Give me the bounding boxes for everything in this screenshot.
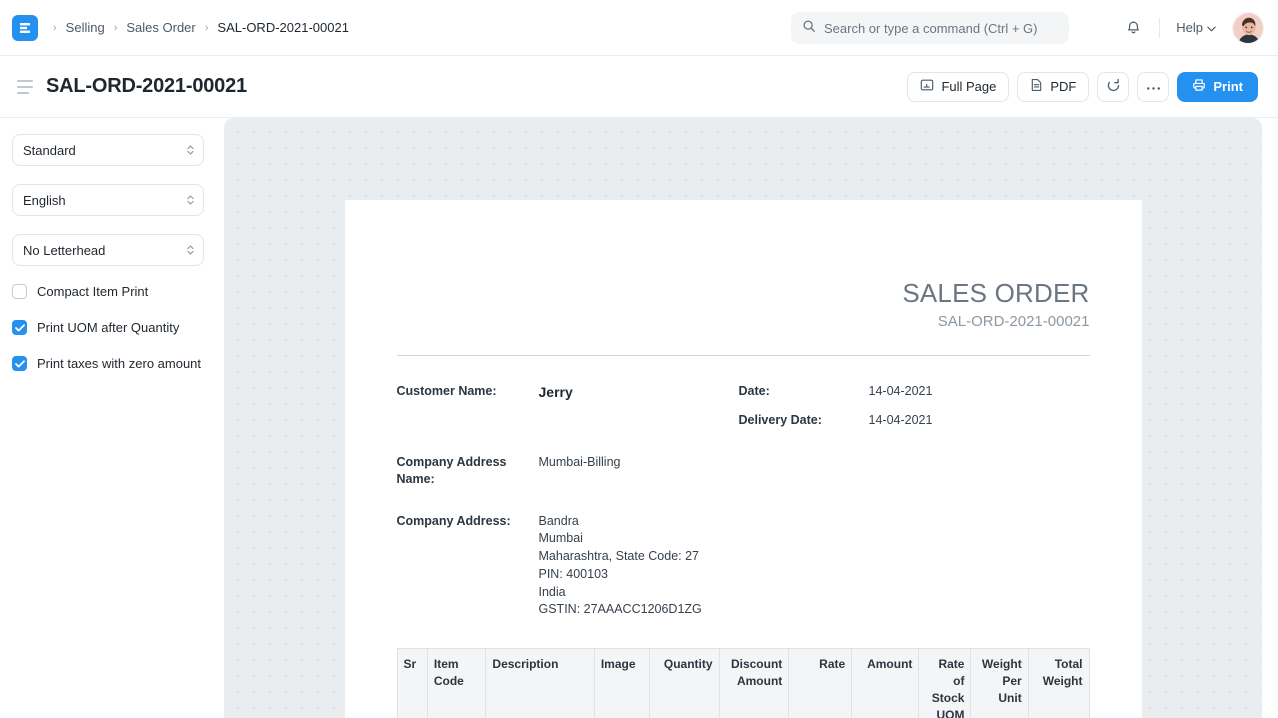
field-value-empty-right2 [869,508,1090,625]
document-title: SALES ORDER [397,278,1090,309]
field-spacer [397,493,1090,508]
field-value-blank [539,407,739,434]
navbar-divider [1159,18,1160,38]
hamburger-icon[interactable] [14,75,38,99]
breadcrumb-item-current: SAL-ORD-2021-00021 [211,18,355,37]
full-page-button[interactable]: Full Page [907,72,1009,102]
pdf-button[interactable]: PDF [1017,72,1089,102]
language-select[interactable]: English [12,184,204,216]
page-title: SAL-ORD-2021-00021 [46,75,247,98]
navbar-right-controls: Help [1117,12,1264,44]
search-input[interactable] [824,21,1058,36]
search-box[interactable] [791,12,1069,44]
printer-icon [1192,78,1206,95]
top-navbar: › Selling › Sales Order › SAL-ORD-2021-0… [0,0,1278,56]
breadcrumb-item-sales-order[interactable]: Sales Order [120,18,201,37]
breadcrumb-separator: › [204,22,210,34]
col-image: Image [594,649,649,718]
col-discount-amount: Discount Amount [719,649,789,718]
print-button[interactable]: Print [1177,72,1258,102]
col-item-code: Item Code [427,649,486,718]
items-table-head: Sr Item Code Description Image Quantity … [397,649,1089,718]
field-label-company-address: Company Address: [397,508,539,625]
pdf-label: PDF [1050,79,1076,94]
col-quantity: Quantity [650,649,719,718]
col-weight-per-unit: Weight Per Unit [971,649,1028,718]
field-value-delivery-date: 14-04-2021 [869,407,1090,434]
bell-icon[interactable] [1117,12,1149,44]
col-rate: Rate [789,649,852,718]
breadcrumb-separator: › [52,22,58,34]
avatar[interactable] [1232,12,1264,44]
col-sr: Sr [397,649,427,718]
checkbox-row-compact-item-print[interactable]: Compact Item Print [12,284,204,299]
checkbox-row-print-uom[interactable]: Print UOM after Quantity [12,320,204,335]
help-dropdown[interactable]: Help [1170,16,1222,39]
checkbox-row-print-zero-taxes[interactable]: Print taxes with zero amount [12,356,204,371]
breadcrumb: › Selling › Sales Order › SAL-ORD-2021-0… [52,18,355,37]
items-table: Sr Item Code Description Image Quantity … [397,648,1090,718]
page-actions: Full Page PDF [907,72,1258,102]
field-spacer [397,434,1090,449]
print-format-select-wrap: Standard [12,134,204,166]
chevron-down-icon [1207,20,1216,35]
document-divider [397,355,1090,356]
col-amount: Amount [852,649,919,718]
refresh-icon [1106,78,1121,96]
field-label-company-address-name: Company Address Name: [397,449,539,493]
print-label: Print [1213,79,1243,94]
checkbox-print-uom-after-quantity[interactable] [12,320,27,335]
print-preview-canvas: SALES ORDER SAL-ORD-2021-00021 Customer … [224,118,1262,718]
breadcrumb-item-selling[interactable]: Selling [60,18,111,37]
print-format-select[interactable]: Standard [12,134,204,166]
expand-icon [920,78,934,95]
checkbox-print-taxes-zero-amount[interactable] [12,356,27,371]
checkbox-compact-item-print[interactable] [12,284,27,299]
document-title-block: SALES ORDER SAL-ORD-2021-00021 [397,236,1090,330]
field-value-date: 14-04-2021 [869,378,1090,407]
checkbox-label-print-zero-taxes: Print taxes with zero amount [37,356,201,371]
erpnext-logo-icon[interactable] [12,15,38,41]
field-label-delivery-date: Delivery Date: [739,407,869,434]
checkbox-label-compact-item-print: Compact Item Print [37,284,148,299]
refresh-button[interactable] [1097,72,1129,102]
field-label-empty-right2 [739,508,869,625]
page-body: Standard English No Letterhead [0,118,1278,718]
col-description: Description [486,649,594,718]
field-label-empty-right [739,449,869,493]
document-fields: Customer Name: Jerry Date: 14-04-2021 De… [397,378,1090,624]
field-value-company-address-name: Mumbai-Billing [539,449,739,493]
field-label-customer-name: Customer Name: [397,378,539,407]
field-value-company-address: Bandra Mumbai Maharashtra, State Code: 2… [539,508,739,625]
letterhead-select-wrap: No Letterhead [12,234,204,266]
more-actions-button[interactable] [1137,72,1169,102]
checkbox-label-print-uom: Print UOM after Quantity [37,320,179,335]
ellipsis-icon [1146,79,1161,94]
help-label: Help [1176,20,1203,35]
print-preview-area: SALES ORDER SAL-ORD-2021-00021 Customer … [224,118,1278,718]
field-label-date: Date: [739,378,869,407]
full-page-label: Full Page [941,79,996,94]
language-select-wrap: English [12,184,204,216]
table-header-row: Sr Item Code Description Image Quantity … [397,649,1089,718]
letterhead-select[interactable]: No Letterhead [12,234,204,266]
file-icon [1030,78,1043,95]
col-rate-of-stock-uom: Rate of Stock UOM [919,649,971,718]
col-total-weight: Total Weight [1028,649,1089,718]
field-value-empty-right [869,449,1090,493]
field-label-blank [397,407,539,434]
printed-document: SALES ORDER SAL-ORD-2021-00021 Customer … [345,200,1142,718]
search-icon [802,19,816,38]
page-header: SAL-ORD-2021-00021 Full Page PDF [0,56,1278,118]
print-settings-sidebar: Standard English No Letterhead [0,118,224,718]
field-value-customer-name: Jerry [539,378,739,407]
document-subtitle: SAL-ORD-2021-00021 [397,313,1090,330]
breadcrumb-separator: › [113,22,119,34]
